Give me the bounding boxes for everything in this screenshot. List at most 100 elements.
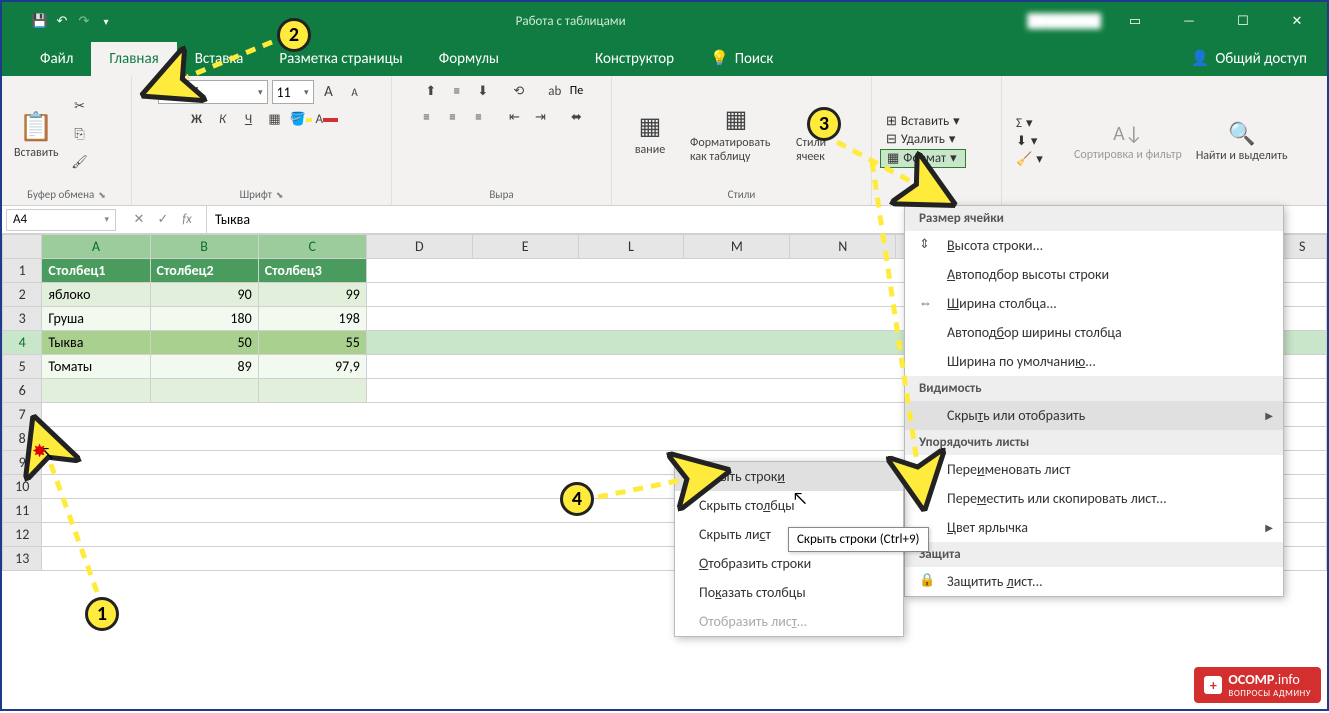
menu-hide-cols[interactable]: Скрыть столбцы <box>675 491 903 520</box>
col-header[interactable]: C <box>258 235 366 259</box>
align-right-icon[interactable]: ≡ <box>468 106 490 128</box>
tell-me-search[interactable]: 💡Поиск <box>692 41 791 76</box>
italic-button[interactable]: К <box>212 108 234 130</box>
align-bottom-icon[interactable]: ⬇ <box>472 80 494 102</box>
share-button[interactable]: 👤Общий доступ <box>1173 41 1327 76</box>
align-middle-icon[interactable]: ≡ <box>446 80 468 102</box>
clear-button[interactable]: 🧹▾ <box>1010 151 1049 168</box>
cell[interactable]: 55 <box>258 331 366 355</box>
shrink-font-icon[interactable]: A <box>344 81 366 103</box>
col-header[interactable]: L <box>578 235 684 259</box>
row-header[interactable]: 2 <box>3 283 42 307</box>
row-header[interactable]: 4 <box>3 331 42 355</box>
menu-rename-sheet[interactable]: Переименовать лист <box>905 455 1283 484</box>
border-icon[interactable]: ▦ <box>264 108 286 130</box>
fill-button[interactable]: ⬇▾ <box>1010 133 1049 150</box>
underline-button[interactable]: Ч <box>238 108 260 130</box>
cell[interactable]: Груша <box>42 307 150 331</box>
bold-button[interactable]: Ж <box>186 108 208 130</box>
menu-col-width[interactable]: ⇔Ширина столбца... <box>905 289 1283 318</box>
align-left-icon[interactable]: ≡ <box>416 106 438 128</box>
cell[interactable]: 97,9 <box>258 355 366 379</box>
autosum-button[interactable]: Σ▾ <box>1010 115 1049 132</box>
menu-show-rows[interactable]: Отобразить строки <box>675 549 903 578</box>
row-header[interactable]: 13 <box>3 547 42 571</box>
menu-hide-rows[interactable]: Скрыть строки <box>675 462 903 491</box>
cells-delete-button[interactable]: ⊟Удалить ▾ <box>880 131 966 148</box>
cells-insert-button[interactable]: ⊞Вставить ▾ <box>880 113 966 130</box>
cell[interactable]: Столбец3 <box>258 259 366 283</box>
col-header[interactable]: A <box>42 235 150 259</box>
font-size-combo[interactable]: 11▾ <box>272 80 314 104</box>
user-name[interactable]: ████████ <box>1027 13 1101 29</box>
menu-move-sheet[interactable]: Переместить или скопировать лист... <box>905 484 1283 513</box>
font-color-icon[interactable]: A <box>316 108 338 130</box>
name-box[interactable]: A4▾ <box>6 209 116 231</box>
tab-insert[interactable]: Вставка <box>177 42 262 76</box>
cut-icon[interactable]: ✂ <box>69 95 91 117</box>
merge-icon[interactable]: ⬌ <box>566 106 588 128</box>
paste-button[interactable]: 📋 Вставить <box>10 107 63 162</box>
enter-formula-icon[interactable]: ✓ <box>152 212 174 227</box>
menu-tab-color[interactable]: Цвет ярлычка▶ <box>905 513 1283 542</box>
format-painter-icon[interactable]: 🖌 <box>69 151 91 173</box>
col-header[interactable]: S <box>1278 235 1327 259</box>
cell[interactable]: 198 <box>258 307 366 331</box>
cell[interactable]: 180 <box>150 307 258 331</box>
menu-hide-unhide[interactable]: Скрыть или отобразить▶ <box>905 401 1283 430</box>
qat-more-icon[interactable]: ▾ <box>98 13 114 29</box>
cell[interactable]: Столбец1 <box>42 259 150 283</box>
redo-icon[interactable]: ↷ <box>76 13 92 29</box>
menu-autofit-col[interactable]: Автоподбор ширины столбца <box>905 318 1283 347</box>
menu-protect-sheet[interactable]: 🔒Защитить лист... <box>905 567 1283 596</box>
fx-icon[interactable]: fx <box>176 212 198 227</box>
sort-filter-button[interactable]: A↓Сортировка и фильтр <box>1070 120 1186 164</box>
cancel-formula-icon[interactable]: ✕ <box>128 212 150 227</box>
tab-constructor[interactable]: Конструктор <box>577 42 692 76</box>
wrap-text-icon[interactable]: ab <box>544 80 566 102</box>
grow-font-icon[interactable]: A <box>318 81 340 103</box>
row-header[interactable]: 12 <box>3 523 42 547</box>
cell[interactable]: яблоко <box>42 283 150 307</box>
menu-autofit-row[interactable]: Автоподбор высоты строки <box>905 260 1283 289</box>
ribbon-options-icon[interactable]: ▭ <box>1115 7 1155 35</box>
row-header[interactable]: 11 <box>3 499 42 523</box>
col-header[interactable]: N <box>790 235 896 259</box>
col-header[interactable]: E <box>472 235 578 259</box>
minimize-icon[interactable]: — <box>1169 7 1209 35</box>
col-header[interactable]: D <box>366 235 472 259</box>
cell[interactable]: 50 <box>150 331 258 355</box>
tab-file[interactable]: Файл <box>22 42 91 76</box>
col-header[interactable]: B <box>150 235 258 259</box>
cell[interactable]: 99 <box>258 283 366 307</box>
menu-show-cols[interactable]: Показать столбцы <box>675 578 903 607</box>
indent-inc-icon[interactable]: ⇥ <box>530 106 552 128</box>
menu-row-height[interactable]: ⇕Высота строки... <box>905 231 1283 260</box>
row-header[interactable]: 10 <box>3 475 42 499</box>
align-top-icon[interactable]: ⬆ <box>420 80 442 102</box>
indent-dec-icon[interactable]: ⇤ <box>504 106 526 128</box>
undo-icon[interactable]: ↶ <box>54 13 70 29</box>
row-header[interactable]: 1 <box>3 259 42 283</box>
fill-color-icon[interactable]: 🪣 <box>290 108 312 130</box>
close-icon[interactable]: ✕ <box>1277 7 1317 35</box>
align-center-icon[interactable]: ≡ <box>442 106 464 128</box>
row-header[interactable]: 3 <box>3 307 42 331</box>
find-select-button[interactable]: 🔍Найти и выделить <box>1192 118 1292 165</box>
col-header[interactable]: M <box>684 235 790 259</box>
row-header[interactable]: 6 <box>3 379 42 403</box>
select-all-corner[interactable] <box>3 235 42 259</box>
row-header[interactable]: 5 <box>3 355 42 379</box>
cell[interactable]: 90 <box>150 283 258 307</box>
save-icon[interactable]: 💾 <box>32 13 48 29</box>
orientation-icon[interactable]: ⟲ <box>508 80 530 102</box>
copy-icon[interactable]: ⎘ <box>69 123 91 145</box>
format-as-table-button[interactable]: ▦Форматировать как таблицу <box>686 103 786 166</box>
cell[interactable]: Томаты <box>42 355 150 379</box>
menu-default-width[interactable]: Ширина по умолчанию... <box>905 347 1283 376</box>
font-name-combo[interactable]: Calibri▾ <box>158 80 268 104</box>
cell[interactable]: 89 <box>150 355 258 379</box>
cells-format-button[interactable]: ▦Формат ▾ <box>880 149 966 168</box>
cell[interactable]: Столбец2 <box>150 259 258 283</box>
tab-home[interactable]: Главная <box>91 42 176 76</box>
